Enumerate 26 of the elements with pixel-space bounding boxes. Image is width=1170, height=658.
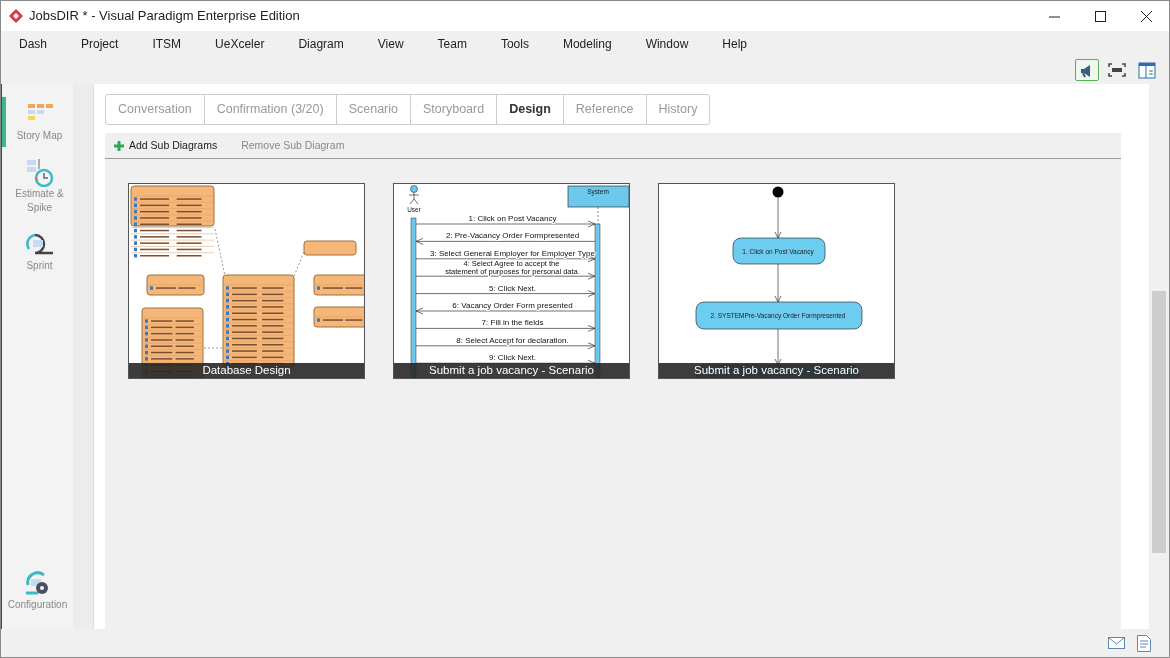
message-label: 5: Click Next. — [488, 283, 537, 293]
message-label: 1: Click on Post Vacancy — [468, 214, 557, 223]
menu-item[interactable]: UeXceler — [204, 34, 276, 53]
menu-item[interactable]: Project — [70, 34, 130, 53]
diagram-caption: Submit a job vacancy - Scenario — [659, 363, 894, 378]
menu-item[interactable]: Help — [711, 34, 758, 53]
message-label: 7: Fill in the fields — [481, 318, 544, 328]
message-label: 6: Vacancy Order Form presented — [452, 301, 573, 310]
menu-item[interactable]: Modeling — [551, 34, 623, 53]
menu-item[interactable]: Window — [634, 34, 700, 53]
diagram-caption: Database Design — [129, 363, 364, 378]
window-title: JobsDIR * - Visual Paradigm Enterprise Edition — [29, 7, 300, 26]
message-label: 8: Select Accept for declaration. — [456, 335, 569, 345]
menu-item[interactable]: View — [366, 34, 415, 53]
message-label: 9: Click Next. — [488, 353, 537, 363]
menu-item[interactable]: Tools — [489, 34, 540, 53]
menu-item[interactable]: ITSM — [141, 34, 193, 53]
menu-item[interactable]: Diagram — [287, 34, 355, 53]
diagram-thumbnail[interactable]: Database Design — [128, 183, 365, 379]
menu-item[interactable]: Team — [426, 34, 478, 53]
diagram-caption: Submit a job vacancy - Scenario — [394, 363, 629, 378]
menu-item[interactable]: Dash — [8, 34, 58, 53]
message-label: 2: Pre-Vacancy Order Formpresented — [445, 231, 580, 241]
tab[interactable]: Design — [497, 95, 564, 124]
toolbar-button[interactable]: Add Sub Diagrams — [114, 137, 218, 154]
message-label: 3: Select General Employer for Employer Type — [430, 248, 595, 258]
